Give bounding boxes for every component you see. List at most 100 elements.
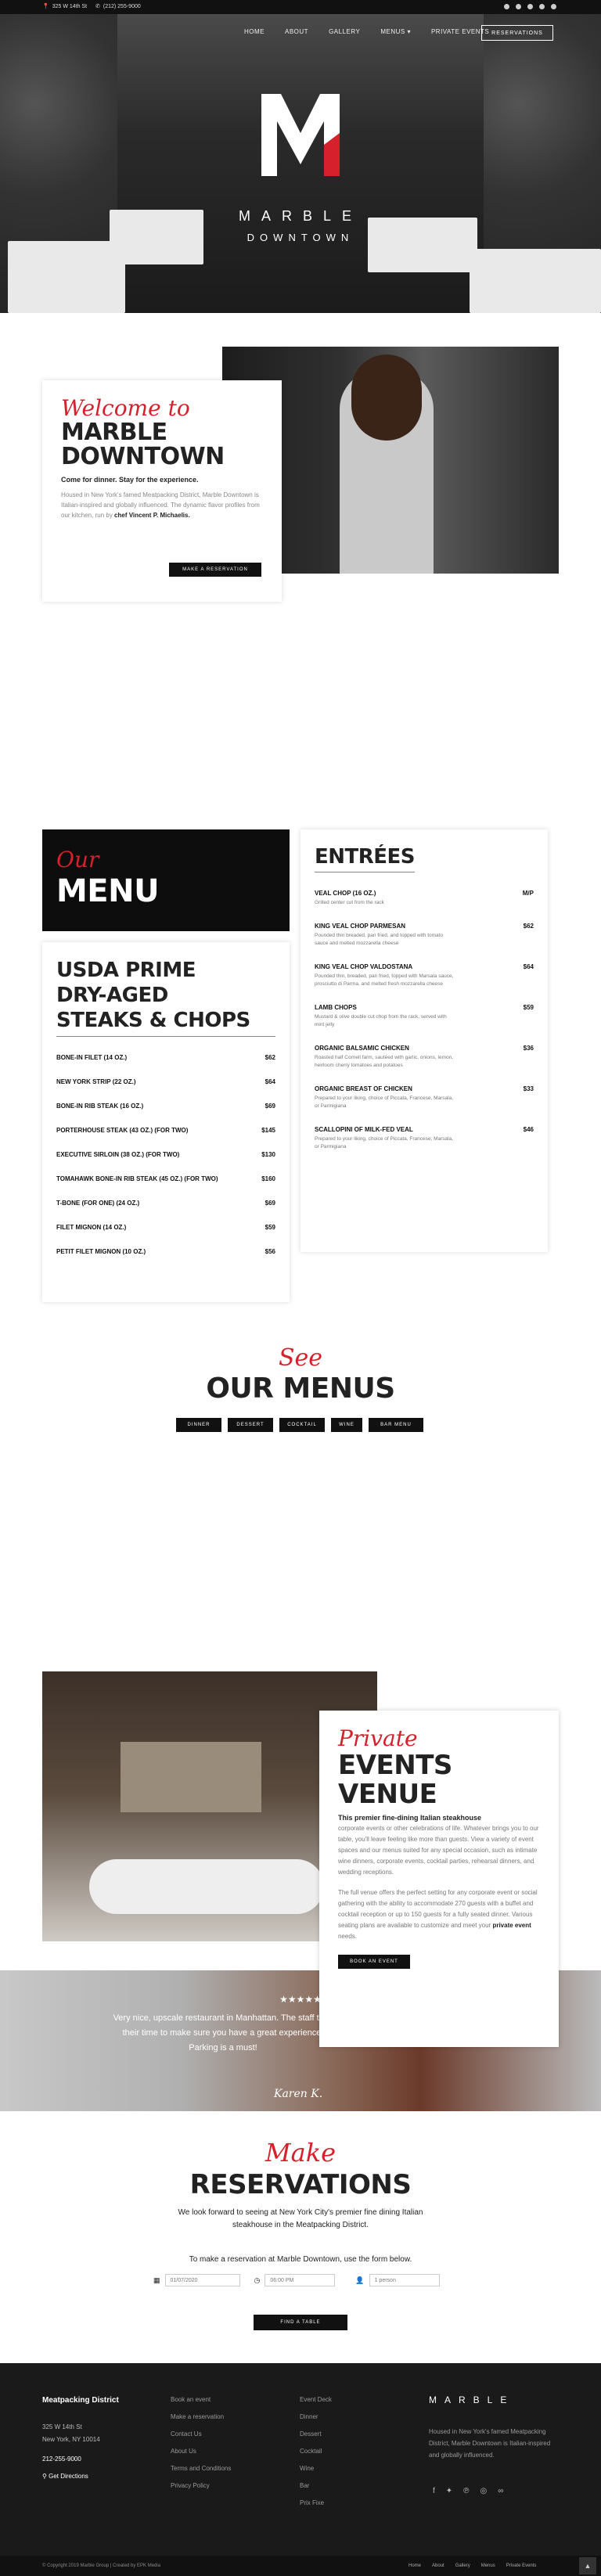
menu-tabs: DINNER DESSERT COCKTAIL WINE BAR MENU (176, 1418, 423, 1432)
footer-link[interactable]: Book an event (171, 2391, 231, 2409)
footer-link[interactable]: Terms and Conditions (171, 2460, 231, 2477)
steak-item: BONE-IN RIB STEAK (16 OZ.) $69 (56, 1103, 275, 1110)
instagram-icon[interactable]: ◎ (480, 2487, 488, 2495)
copyright-text: © Copyright 2019 Marble Group | Created … (42, 2563, 161, 2568)
hero-table (8, 241, 125, 313)
footer-link[interactable]: Contact Us (171, 2426, 231, 2443)
steak-name: PETIT FILET MIGNON (10 OZ.) (56, 1248, 146, 1255)
steak-price: $69 (265, 1200, 275, 1207)
welcome-tagline: Come for dinner. Stay for the experience… (61, 476, 199, 484)
bottom-nav-about[interactable]: About (432, 2563, 444, 2568)
bottom-nav: Home About Gallery Menus Private Events (408, 2563, 536, 2568)
steak-price: $62 (265, 1054, 275, 1061)
welcome-title-2: DOWNTOWN (61, 443, 225, 470)
entree-description: Grilled center cut from the rack (315, 900, 384, 905)
nav-menus[interactable]: MENUS ▾ (380, 28, 411, 35)
tripadvisor-icon[interactable]: ∞ (498, 2487, 503, 2495)
instagram-icon[interactable] (539, 4, 545, 9)
facebook-icon[interactable]: f (433, 2487, 435, 2495)
entree-description: Pounded thin, breaded, pan fried, topped… (315, 973, 454, 987)
entree-description: Pounded thin breaded, pan fried, and top… (315, 933, 444, 946)
footer-brand: MARBLE (429, 2394, 515, 2405)
find-table-button[interactable]: FIND A TABLE (254, 2315, 347, 2330)
footer-location-name: Meatpacking District (42, 2396, 119, 2405)
footer-link[interactable]: Privacy Policy (171, 2477, 231, 2495)
tab-dinner[interactable]: DINNER (176, 1418, 221, 1432)
entree-name: KING VEAL CHOP PARMESAN (315, 923, 406, 930)
time-input[interactable]: 06:00 PM (265, 2274, 336, 2286)
steaks-list: BONE-IN FILET (14 OZ.) $62 NEW YORK STRIP … (56, 1054, 275, 1255)
phone-link[interactable]: ✆ (212) 255-9000 (95, 3, 141, 10)
footer-link[interactable]: Make a reservation (171, 2409, 231, 2426)
social-icons (501, 4, 556, 9)
steak-price: $64 (265, 1078, 275, 1085)
entree-item: ORGANIC BREAST OF CHICKEN $33 Prepared to … (315, 1085, 534, 1110)
entree-name: ORGANIC BALSAMIC CHICKEN (315, 1045, 409, 1052)
footer-links-col: Book an event Make a reservation Contact U… (171, 2391, 231, 2495)
party-size-select[interactable]: 1 person (369, 2274, 440, 2286)
footer-link[interactable]: About Us (171, 2443, 231, 2460)
footer-phone[interactable]: 212-255-9000 (42, 2455, 81, 2463)
steak-price: $59 (265, 1224, 275, 1231)
footer-link[interactable]: Dinner (300, 2409, 332, 2426)
events-lead: This premier fine-dining Italian steakho… (338, 1814, 482, 1822)
main-nav: HOME ABOUT GALLERY MENUS ▾ PRIVATE EVENT… (244, 28, 489, 35)
entree-price: M/P (522, 890, 534, 897)
steak-price: $56 (265, 1248, 275, 1255)
entree-name: ORGANIC BREAST OF CHICKEN (315, 1085, 412, 1092)
twitter-icon[interactable]: ✦ (446, 2487, 452, 2495)
scroll-top-button[interactable]: ▲ (579, 2557, 596, 2574)
footer-link[interactable]: Dessert (300, 2426, 332, 2443)
pinterest-icon[interactable] (527, 4, 533, 9)
tab-wine[interactable]: WINE (331, 1418, 362, 1432)
tab-dessert[interactable]: DESSERT (228, 1418, 273, 1432)
footer-link[interactable]: Bar (300, 2477, 332, 2495)
book-event-button[interactable]: BOOK AN EVENT (338, 1955, 410, 1969)
entree-name: SCALLOPINI OF MILK-FED VEAL (315, 1126, 413, 1133)
nav-home[interactable]: HOME (244, 28, 265, 35)
get-directions-link[interactable]: ⚲ Get Directions (42, 2473, 88, 2480)
footer-link[interactable]: Prix Fixe (300, 2495, 332, 2512)
phone-icon: ✆ (95, 4, 100, 9)
hero-subbrand: DOWNTOWN (247, 232, 354, 243)
bottom-nav-private-events[interactable]: Private Events (506, 2563, 537, 2568)
footer-link[interactable]: Cocktail (300, 2443, 332, 2460)
entree-name: KING VEAL CHOP VALDOSTANA (315, 963, 413, 970)
twitter-icon[interactable] (516, 4, 521, 9)
bottom-nav-menus[interactable]: Menus (481, 2563, 495, 2568)
tab-cocktail[interactable]: COCKTAIL (279, 1418, 325, 1432)
reservations-button[interactable]: RESERVATIONS (481, 25, 553, 41)
see-title: OUR MENUS (206, 1373, 395, 1405)
see-script: See (278, 1344, 323, 1372)
entree-item: KING VEAL CHOP PARMESAN $62 Pounded thin b… (315, 923, 534, 948)
entree-item: LAMB CHOPS $59 Mustard & olive double cut … (315, 1004, 534, 1029)
footer-link[interactable]: Event Deck (300, 2391, 332, 2409)
make-reservation-button[interactable]: MAKE A RESERVATION (169, 563, 261, 577)
steak-item: T-BONE (FOR ONE) (24 OZ.) $69 (56, 1200, 275, 1207)
date-input[interactable]: 01/07/2020 (164, 2274, 240, 2286)
tripadvisor-icon[interactable] (551, 4, 556, 9)
reserve-lead: We look forward to seeing at New York Ci… (178, 2208, 423, 2229)
marble-logo[interactable] (254, 86, 347, 180)
footer-link[interactable]: Wine (300, 2460, 332, 2477)
footer: Meatpacking District 325 W 14th St New Yo… (0, 2363, 601, 2560)
welcome-title-1: MARBLE (61, 419, 167, 446)
footer-address: 325 W 14th St New York, NY 10014 (42, 2423, 100, 2443)
bottom-nav-gallery[interactable]: Gallery (455, 2563, 470, 2568)
bottom-nav-home[interactable]: Home (408, 2563, 421, 2568)
steak-item: PETIT FILET MIGNON (10 OZ.) $56 (56, 1248, 275, 1255)
address-link[interactable]: 📍 325 W 14th St (42, 3, 87, 10)
tab-bar-menu[interactable]: BAR MENU (369, 1418, 423, 1432)
welcome-card: Welcome to MARBLE DOWNTOWN Come for dinn… (42, 380, 282, 602)
hero-brand: MARBLE (238, 208, 363, 224)
pinterest-icon[interactable]: ℗ (463, 2487, 469, 2495)
steaks-title: USDA PRIME DRY-AGED STEAKS & CHOPS (56, 959, 250, 1032)
facebook-icon[interactable] (504, 4, 509, 9)
steak-name: BONE-IN FILET (14 OZ.) (56, 1054, 128, 1061)
nav-gallery[interactable]: GALLERY (329, 28, 360, 35)
footer-social: f ✦ ℗ ◎ ∞ (433, 2487, 503, 2495)
steak-name: T-BONE (FOR ONE) (24 OZ.) (56, 1200, 140, 1207)
nav-about[interactable]: ABOUT (285, 28, 308, 35)
steak-item: NEW YORK STRIP (22 OZ.) $64 (56, 1078, 275, 1085)
entrees-list: VEAL CHOP (16 OZ.) M/P Grilled center cut … (315, 890, 534, 1151)
